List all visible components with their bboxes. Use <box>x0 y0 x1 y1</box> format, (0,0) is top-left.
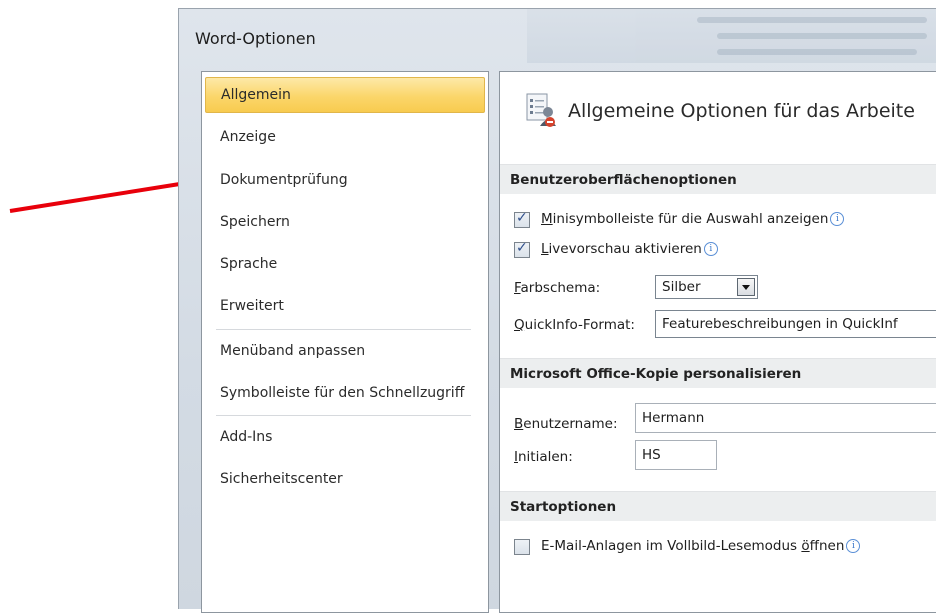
colorscheme-label: Farbschema: <box>514 280 601 296</box>
check-icon: ✓ <box>516 210 528 226</box>
info-icon: i <box>846 539 861 553</box>
minitoolbar-label: Minisymbolleiste für die Auswahl anzeige… <box>541 211 845 227</box>
info-icon: i <box>703 242 718 256</box>
nav-item-add-ins[interactable]: Add-Ins <box>205 419 485 455</box>
nav-divider <box>216 415 471 416</box>
chevron-down-icon[interactable] <box>737 278 755 296</box>
check-icon: ✓ <box>516 240 528 256</box>
livepreview-checkbox[interactable]: ✓ <box>514 240 530 258</box>
email-fullscreen-label: E-Mail-Anlagen im Vollbild-Lesemodus öff… <box>541 538 861 554</box>
colorscheme-value: Silber <box>662 279 701 295</box>
section-startup: Startoptionen <box>500 491 936 521</box>
screentip-value: Featurebeschreibungen in QuickInf <box>662 316 898 332</box>
dialog-title: Word-Optionen <box>195 29 316 48</box>
nav-item-allgemein[interactable]: Allgemein <box>205 77 485 113</box>
username-field[interactable]: Hermann <box>635 403 936 433</box>
background-document-blur <box>527 9 936 63</box>
screentip-label: QuickInfo-Format: <box>514 317 635 333</box>
nav-item-speichern[interactable]: Speichern <box>205 204 485 240</box>
options-content: Allgemeine Optionen für das Arbeite Benu… <box>499 71 936 613</box>
options-nav: Allgemein Anzeige Dokumentprüfung Speich… <box>201 71 489 613</box>
initials-label: Initialen: <box>514 449 573 465</box>
initials-field[interactable]: HS <box>635 440 717 470</box>
general-options-icon <box>526 93 556 127</box>
email-fullscreen-checkbox[interactable] <box>514 539 530 555</box>
nav-item-sprache[interactable]: Sprache <box>205 246 485 282</box>
minitoolbar-checkbox[interactable]: ✓ <box>514 210 530 228</box>
title-bar: Word-Optionen <box>179 9 936 65</box>
nav-item-dokumentpruefung[interactable]: Dokumentprüfung <box>205 162 485 198</box>
nav-divider <box>216 329 471 330</box>
screentip-select[interactable]: Featurebeschreibungen in QuickInf <box>655 310 936 338</box>
username-label: Benutzername: <box>514 416 618 432</box>
info-icon: i <box>830 212 845 226</box>
nav-item-sicherheitscenter[interactable]: Sicherheitscenter <box>205 461 485 497</box>
nav-item-menueband-anpassen[interactable]: Menüband anpassen <box>205 333 485 369</box>
nav-item-schnellzugriff[interactable]: Symbolleiste für den Schnellzugriff <box>205 375 485 411</box>
livepreview-label: Livevorschau aktivieren i <box>541 241 718 257</box>
section-personalize: Microsoft Office-Kopie personalisieren <box>500 358 936 388</box>
nav-item-erweitert[interactable]: Erweitert <box>205 288 485 324</box>
section-ui-options: Benutzeroberflächenoptionen <box>500 164 936 194</box>
page-heading: Allgemeine Optionen für das Arbeite <box>568 100 915 122</box>
word-options-dialog: Word-Optionen Allgemein Anzeige Dokument… <box>178 8 936 613</box>
colorscheme-select[interactable]: Silber <box>655 275 758 299</box>
nav-item-anzeige[interactable]: Anzeige <box>205 119 485 155</box>
